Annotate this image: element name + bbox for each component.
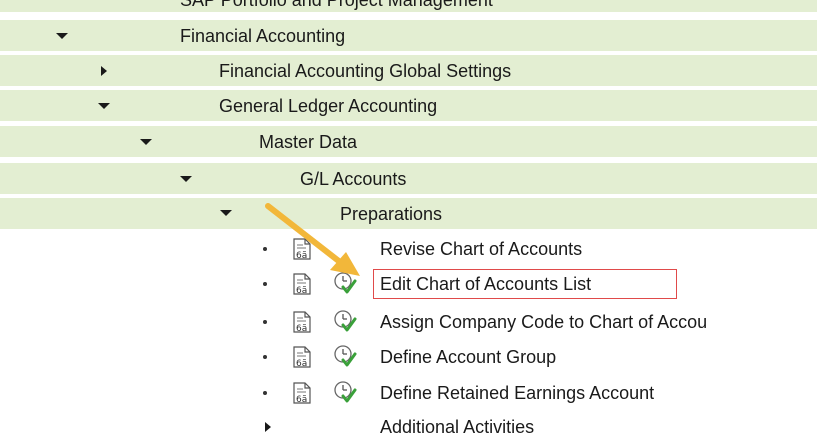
tree-row-assign-company-code[interactable]: 6ã Assign Company Code to Chart of Accou [0, 306, 817, 338]
document-glasses-icon[interactable]: 6ã [291, 310, 315, 334]
tree-item-label: SAP Portfolio and Project Management [180, 0, 493, 10]
svg-text:6ã: 6ã [296, 395, 307, 405]
tree-item-label: Revise Chart of Accounts [380, 239, 583, 259]
expanded-triangle-icon[interactable] [98, 103, 110, 109]
tree-row-gl-accounting[interactable]: General Ledger Accounting [0, 90, 817, 122]
tree-row-define-account-group[interactable]: 6ã Define Account Group [0, 341, 817, 373]
tree-item-label: Master Data [259, 132, 358, 152]
expanded-triangle-icon[interactable] [140, 139, 152, 145]
tree-row-preparations[interactable]: Preparations [0, 198, 817, 230]
tree-item-label: G/L Accounts [300, 169, 407, 189]
tree-row-fa-global-settings[interactable]: Financial Accounting Global Settings [0, 55, 817, 87]
bullet-icon [263, 320, 267, 324]
tree-item-label: Financial Accounting [180, 26, 346, 46]
svg-text:6ã: 6ã [296, 324, 307, 334]
svg-text:6ã: 6ã [296, 359, 307, 369]
tree-item-label: General Ledger Accounting [219, 96, 438, 116]
tree-item-label: Edit Chart of Accounts List [380, 274, 592, 294]
collapsed-triangle-icon[interactable] [265, 422, 271, 432]
clock-check-icon[interactable] [333, 309, 357, 333]
svg-text:6ã: 6ã [296, 286, 307, 296]
tree-row-revise-coa[interactable]: 6ã Revise Chart of Accounts [0, 233, 817, 265]
expanded-triangle-icon[interactable] [180, 176, 192, 182]
tree-item-label: Define Account Group [380, 347, 557, 367]
tree-item-label: Assign Company Code to Chart of Accou [380, 312, 708, 332]
tree-item-label: Financial Accounting Global Settings [219, 61, 512, 81]
tree-item-label: Define Retained Earnings Account [380, 383, 655, 403]
tree-row-financial-accounting[interactable]: Financial Accounting [0, 20, 817, 52]
tree-row-additional-activities[interactable]: Additional Activities [0, 412, 817, 442]
annotation-arrow-icon [265, 203, 360, 276]
tree-row-master-data[interactable]: Master Data [0, 126, 817, 158]
tree-row-define-retained-earnings[interactable]: 6ã Define Retained Earnings Account [0, 377, 817, 409]
expanded-triangle-icon[interactable] [220, 210, 232, 216]
bullet-icon [263, 355, 267, 359]
clock-check-icon[interactable] [333, 344, 357, 368]
tree-row-edit-coa-list[interactable]: 6ã Edit Chart of Accounts List [0, 268, 817, 300]
clock-check-icon[interactable] [333, 380, 357, 404]
img-tree: SAP Portfolio and Project Management Fin… [0, 0, 817, 442]
document-glasses-icon[interactable]: 6ã [291, 381, 315, 405]
tree-row-gl-accounts[interactable]: G/L Accounts [0, 163, 817, 195]
document-glasses-icon[interactable]: 6ã [291, 345, 315, 369]
collapsed-triangle-icon[interactable] [101, 66, 107, 76]
tree-item-label: Additional Activities [380, 417, 535, 437]
bullet-icon [263, 391, 267, 395]
expanded-triangle-icon[interactable] [56, 33, 68, 39]
tree-row-sap-portfolio[interactable]: SAP Portfolio and Project Management [0, 0, 817, 13]
